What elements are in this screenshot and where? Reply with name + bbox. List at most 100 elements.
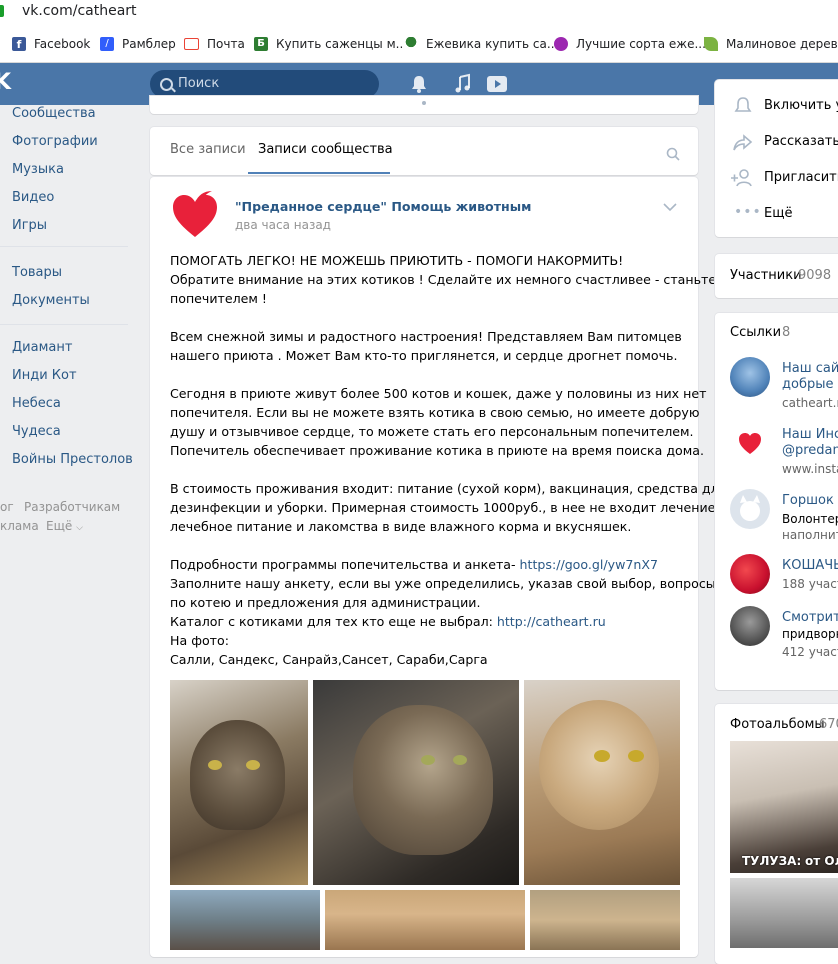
tab-community-posts[interactable]: Записи сообщества <box>258 142 393 157</box>
cat-photo[interactable] <box>313 680 519 885</box>
chevron-down-icon[interactable] <box>663 202 677 212</box>
bookmark-rambler[interactable]: / Рамблер <box>100 32 176 56</box>
bookmark-seedlings[interactable]: Б Купить саженцы м... <box>254 32 407 56</box>
music-icon[interactable] <box>452 73 474 95</box>
share-icon <box>733 134 753 151</box>
album-caption: ТУЛУЗА: <box>742 854 802 868</box>
link-avatar[interactable] <box>730 489 770 529</box>
url-text[interactable]: vk.com/catheart <box>22 3 137 19</box>
nav-item-indi-kot[interactable]: Инди Кот <box>12 368 77 383</box>
link-title[interactable]: Наш сайт <box>782 361 838 376</box>
nav-item-video[interactable]: Видео <box>12 190 54 205</box>
link-title[interactable]: Смотрите <box>782 610 838 625</box>
nav-divider <box>0 324 128 325</box>
top-card-remnant <box>150 96 698 114</box>
footer-ads-link[interactable]: клама <box>0 519 39 533</box>
nav-divider <box>0 246 128 247</box>
members-count: 9098 <box>798 268 832 283</box>
bell-icon <box>734 97 752 112</box>
nav-item-game-of-thrones[interactable]: Войны Престолов <box>12 452 133 467</box>
nav-item-goods[interactable]: Товары <box>12 265 62 280</box>
nav-item-nebesa[interactable]: Небеса <box>12 396 61 411</box>
bookmark-blackberry[interactable]: Ежевика купить са... <box>404 32 558 56</box>
post-line: Заполните нашу анкету, если вы уже опред… <box>170 576 716 591</box>
browser-chrome: vk.com/catheart f Facebook / Рамблер Поч… <box>0 0 838 63</box>
nav-item-communities[interactable]: Сообщества <box>12 106 96 121</box>
footer-blog-link[interactable]: ог <box>0 500 14 514</box>
album-caption-suffix: от Ол <box>805 854 838 868</box>
active-tab-underline <box>248 172 390 174</box>
link-subtitle: www.insta <box>782 462 838 476</box>
vk-logo[interactable]: K <box>0 70 11 95</box>
post-line-program: Подробности программы попечительства и а… <box>170 557 658 572</box>
post-line: Сегодня в приюте живут более 500 котов и… <box>170 386 707 401</box>
cat-photo[interactable] <box>170 890 320 950</box>
invite-button[interactable]: Пригласить <box>764 170 838 185</box>
link-title[interactable]: Горшок <box>782 493 834 508</box>
bookmark-mail[interactable]: Почта <box>184 32 245 56</box>
search-input[interactable]: Поиск <box>150 70 379 98</box>
post-line: лечебное питание и лакомства в виде влаж… <box>170 519 632 534</box>
link-title[interactable]: Наш Инст <box>782 427 838 442</box>
link-avatar[interactable] <box>730 606 770 646</box>
albums-count: 670 <box>819 717 838 732</box>
nav-item-diamant[interactable]: Диамант <box>12 340 72 355</box>
tab-all-posts[interactable]: Все записи <box>170 142 246 157</box>
berry-icon <box>554 37 568 51</box>
link-title[interactable]: добрые р <box>782 377 838 392</box>
post-author[interactable]: "Преданное сердце" Помощь животным <box>235 199 531 214</box>
share-button[interactable]: Рассказать д <box>764 134 838 149</box>
footer-more-link[interactable]: Ещё ⌵ <box>46 519 83 533</box>
footer-developers-link[interactable]: Разработчикам <box>24 500 120 514</box>
mail-icon <box>184 38 199 50</box>
link-subtitle: catheart.ru <box>782 396 838 410</box>
link-avatar[interactable] <box>730 424 770 464</box>
cat-photo[interactable] <box>170 680 308 885</box>
post-line: Попечитель обеспечивает проживание котик… <box>170 443 704 458</box>
community-heart-avatar[interactable] <box>170 189 220 241</box>
cat-photo[interactable] <box>530 890 680 950</box>
bookmark-facebook[interactable]: f Facebook <box>12 32 90 56</box>
invite-user-icon <box>731 169 752 187</box>
cat-photo[interactable] <box>325 890 525 950</box>
nav-item-games[interactable]: Игры <box>12 218 47 233</box>
members-card[interactable]: Участники 9098 <box>715 254 838 298</box>
secure-icon <box>0 5 4 17</box>
album-cover[interactable] <box>730 878 838 948</box>
cat-photo[interactable] <box>524 680 680 885</box>
more-button[interactable]: Ещё <box>764 206 792 221</box>
nav-item-music[interactable]: Музыка <box>12 162 64 177</box>
links-card: Ссылки 8 Наш сайт добрые р catheart.ru Н… <box>715 313 838 690</box>
bookmark-best-sorts[interactable]: Лучшие сорта еже... <box>554 32 706 56</box>
post-line: нашего приюта . Может Вам кто-то приглян… <box>170 348 678 363</box>
bell-icon[interactable] <box>408 73 430 95</box>
post-line: ПОМОГАТЬ ЛЕГКО! НЕ МОЖЕШЬ ПРИЮТИТЬ - ПОМ… <box>170 253 624 268</box>
search-icon <box>160 78 173 91</box>
photo-albums-card: Фотоальбомы 670 ТУЛУЗА: от Ол <box>715 704 838 964</box>
post-line: Обратите внимание на этих котиков ! Сдел… <box>170 272 717 287</box>
nav-item-chudesa[interactable]: Чудеса <box>12 424 61 439</box>
search-icon[interactable] <box>666 147 680 161</box>
nav-item-documents[interactable]: Документы <box>12 293 90 308</box>
post-line: Салли, Сандекс, Санрайз,Сансет, Сараби,С… <box>170 652 488 667</box>
more-dots-icon: ••• <box>734 204 762 220</box>
link-title[interactable]: КОШАЧЫ <box>782 558 838 573</box>
video-play-icon[interactable] <box>486 73 508 95</box>
post-card: "Преданное сердце" Помощь животным два ч… <box>150 177 726 957</box>
catalog-link[interactable]: http://catheart.ru <box>497 614 606 629</box>
nav-item-photos[interactable]: Фотографии <box>12 134 98 149</box>
notifications-toggle[interactable]: Включить у <box>764 98 838 113</box>
post-text: ПОМОГАТЬ ЛЕГКО! НЕ МОЖЕШЬ ПРИЮТИТЬ - ПОМ… <box>170 251 726 669</box>
link-avatar[interactable] <box>730 357 770 397</box>
program-link[interactable]: https://goo.gl/yw7nX7 <box>520 557 658 572</box>
link-subtitle: 412 участ <box>782 645 838 659</box>
wall-tabs: Все записи Записи сообщества <box>150 127 698 175</box>
bookmark-raspberry[interactable]: Малиновое дерев... <box>704 32 838 56</box>
link-title[interactable]: @predann <box>782 443 838 458</box>
link-avatar[interactable] <box>730 554 770 594</box>
post-time[interactable]: два часа назад <box>235 218 331 232</box>
post-line: Всем снежной зимы и радостного настроени… <box>170 329 682 344</box>
album-cover[interactable]: ТУЛУЗА: от Ол <box>730 741 838 873</box>
address-bar[interactable]: vk.com/catheart <box>0 0 838 26</box>
dog-placeholder-icon <box>740 495 760 521</box>
